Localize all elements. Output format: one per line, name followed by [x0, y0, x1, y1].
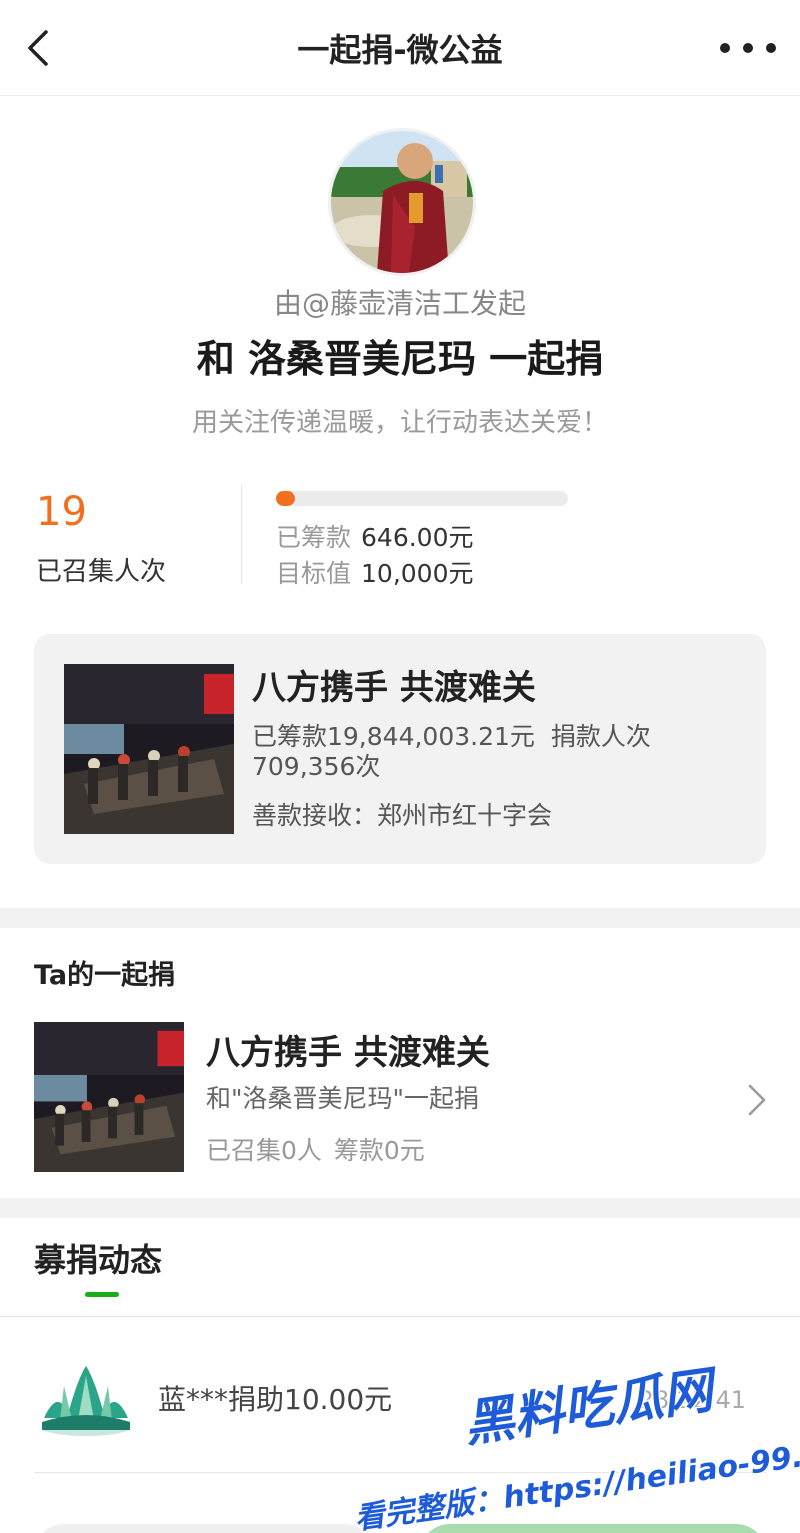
donate-button[interactable]: [420, 1524, 766, 1533]
campaign-slogan: 用关注传递温暖，让行动表达关爱！: [191, 408, 608, 438]
raised-row: 已筹款 646.00元: [276, 520, 474, 556]
stats-divider: [241, 484, 242, 584]
project-title: 八方携手 共渡难关: [252, 668, 536, 708]
section-divider-2: [0, 1198, 800, 1218]
goal-value: 10,000元: [361, 559, 474, 588]
tab-active-indicator: [85, 1292, 119, 1297]
initiator-avatar[interactable]: [328, 128, 476, 276]
ta-item-with: 和"洛桑晋美尼玛"一起捐: [206, 1084, 479, 1113]
ta-gathered: 已召集0人: [206, 1136, 322, 1165]
ta-item-title: 八方携手 共渡难关: [206, 1033, 490, 1073]
bottom-action-bar: [0, 1508, 800, 1533]
more-button[interactable]: [720, 36, 776, 60]
project-photo: [64, 664, 234, 834]
progress-bar: [276, 491, 568, 506]
tab-donation-feed[interactable]: 募捐动态: [34, 1238, 162, 1282]
feed-divider: [0, 1316, 800, 1317]
donation-entry-text: 蓝***捐助10.00元: [158, 1383, 393, 1416]
raised-value: 646.00元: [361, 523, 474, 552]
project-receiver: 善款接收：郑州市红十字会: [252, 801, 553, 830]
chevron-right-icon: [744, 1082, 768, 1118]
more-dots-icon: [720, 43, 730, 53]
progress-fill: [276, 491, 295, 506]
goal-label: 目标值: [276, 559, 352, 588]
donation-entry-time: 28 22:41: [638, 1386, 746, 1414]
initiator-label[interactable]: 由@藤壶清洁工发起: [0, 284, 800, 324]
project-stats: 已筹款19,844,003.21元 捐款人次709,356次: [252, 722, 742, 782]
campaign-headline: 和 洛桑晋美尼玛 一起捐: [196, 337, 604, 381]
ta-raised: 筹款0元: [333, 1136, 425, 1165]
page-title: 一起捐-微公益: [297, 31, 503, 69]
project-card[interactable]: 八方携手 共渡难关 已筹款19,844,003.21元 捐款人次709,356次 …: [34, 634, 766, 864]
participant-count-label: 已召集人次: [36, 557, 167, 587]
goal-row: 目标值 10,000元: [276, 556, 474, 592]
ta-photo: [34, 1022, 184, 1172]
secondary-action-button[interactable]: [34, 1524, 374, 1533]
ta-thumbnail: [34, 1022, 184, 1172]
participant-count: 19: [36, 489, 87, 535]
ta-campaign-item[interactable]: 八方携手 共渡难关 和"洛桑晋美尼玛"一起捐 已召集0人 筹款0元: [0, 1010, 800, 1186]
avatar-photo: [331, 131, 473, 273]
raised-label: 已筹款: [276, 523, 352, 552]
donor-avatar: [38, 1358, 134, 1438]
project-raised: 已筹款19,844,003.21元: [252, 722, 535, 751]
feed-item-divider: [34, 1472, 766, 1473]
section-divider: [0, 908, 800, 928]
ta-section-title: Ta的一起捐: [34, 960, 176, 991]
project-thumbnail: [64, 664, 234, 834]
ta-item-stats: 已召集0人 筹款0元: [206, 1134, 425, 1168]
top-nav: 一起捐-微公益: [0, 0, 800, 96]
